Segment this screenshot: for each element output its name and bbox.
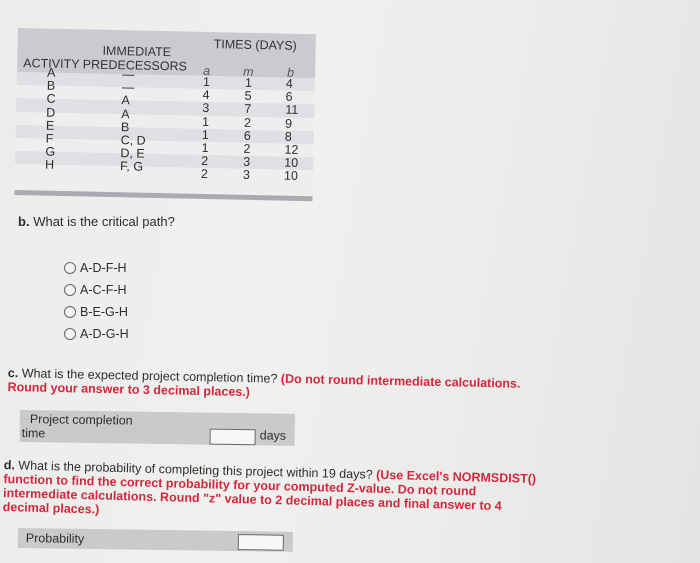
m-time-cell: 3 <box>243 154 251 170</box>
m-time-cell: 2 <box>243 115 252 130</box>
probability-label: Probability <box>25 531 85 546</box>
option-3[interactable]: B-E-G-H <box>64 301 129 323</box>
completion-time-label: Project completion <box>29 412 133 428</box>
question-d: d. What is the probability of completing… <box>3 458 544 528</box>
b-time-cell: 9 <box>284 116 293 131</box>
table-header: TIMES (DAYS) IMMEDIATE ACTIVITY PREDECES… <box>17 28 316 80</box>
m-time-cell: 5 <box>244 88 252 104</box>
m-time-cell: 3 <box>242 168 251 183</box>
m-time-cell: 6 <box>243 128 251 143</box>
completion-time-label-line2: time <box>21 426 46 441</box>
b-time-cell: 11 <box>285 102 299 118</box>
option-label: B-E-G-H <box>80 305 128 319</box>
predecessors-cell: A <box>121 93 130 108</box>
b-time-cell: 8 <box>284 129 292 144</box>
days-unit-label: days <box>259 428 287 443</box>
question-b-text: What is the critical path? <box>33 214 175 229</box>
question-c: c. What is the expected project completi… <box>7 366 547 405</box>
b-time-cell: 6 <box>285 89 293 104</box>
activity-cell: H <box>44 157 55 173</box>
b-time-cell: 4 <box>285 76 293 91</box>
option-label: A-D-F-H <box>80 261 127 275</box>
a-time-cell: 1 <box>201 114 210 129</box>
option-2[interactable]: A-C-F-H <box>64 279 129 301</box>
probability-answer-row: Probability <box>17 528 293 552</box>
activity-cell: F <box>45 131 54 146</box>
a-time-cell: 1 <box>201 127 209 142</box>
question-c-label: c. <box>7 366 19 381</box>
activity-cell: G <box>45 144 56 159</box>
predecessors-cell: F, G <box>119 159 144 174</box>
radio-icon[interactable] <box>64 306 76 318</box>
b-time-cell: 10 <box>283 168 299 184</box>
activity-cell: A <box>46 65 56 80</box>
question-b: b. What is the critical path? <box>18 214 175 229</box>
predecessors-cell: B <box>120 119 130 135</box>
a-time-cell: 2 <box>200 167 209 182</box>
predecessors-cell: A <box>121 106 130 121</box>
completion-time-answer-row: Project completion time days <box>19 410 295 446</box>
a-time-cell: 2 <box>201 153 209 169</box>
probability-input[interactable] <box>237 534 284 551</box>
header-immediate: IMMEDIATE <box>102 43 172 60</box>
radio-icon[interactable] <box>64 284 76 296</box>
option-label: A-D-G-H <box>80 327 129 341</box>
m-time-cell: 1 <box>244 75 253 90</box>
activity-cell: C <box>46 91 56 107</box>
option-label: A-C-F-H <box>80 283 127 297</box>
completion-time-input[interactable] <box>209 428 256 446</box>
radio-icon[interactable] <box>64 262 76 274</box>
activity-table: TIMES (DAYS) IMMEDIATE ACTIVITY PREDECES… <box>14 28 316 201</box>
critical-path-options: A-D-F-H A-C-F-H B-E-G-H A-D-G-H <box>64 257 129 345</box>
header-times: TIMES (DAYS) <box>213 37 297 53</box>
table-body: A —1 1 4 B —4 5 6 C A 3 7 11 D A 1 2 9 E B 1 6 8 F C, D 1 2 12 G D, E… <box>14 66 316 184</box>
question-b-label: b. <box>18 214 30 229</box>
m-time-cell: 7 <box>244 102 252 117</box>
a-time-cell: 4 <box>202 88 210 103</box>
activity-cell: E <box>45 118 55 133</box>
activity-cell: D <box>46 105 56 120</box>
activity-cell: B <box>46 78 56 93</box>
a-time-cell: 1 <box>202 74 211 90</box>
a-time-cell: 1 <box>201 140 209 155</box>
option-1[interactable]: A-D-F-H <box>64 257 129 279</box>
question-d-label: d. <box>3 458 16 473</box>
option-4[interactable]: A-D-G-H <box>64 323 129 345</box>
m-time-cell: 2 <box>243 141 251 156</box>
radio-icon[interactable] <box>64 328 76 340</box>
a-time-cell: 3 <box>202 101 210 116</box>
